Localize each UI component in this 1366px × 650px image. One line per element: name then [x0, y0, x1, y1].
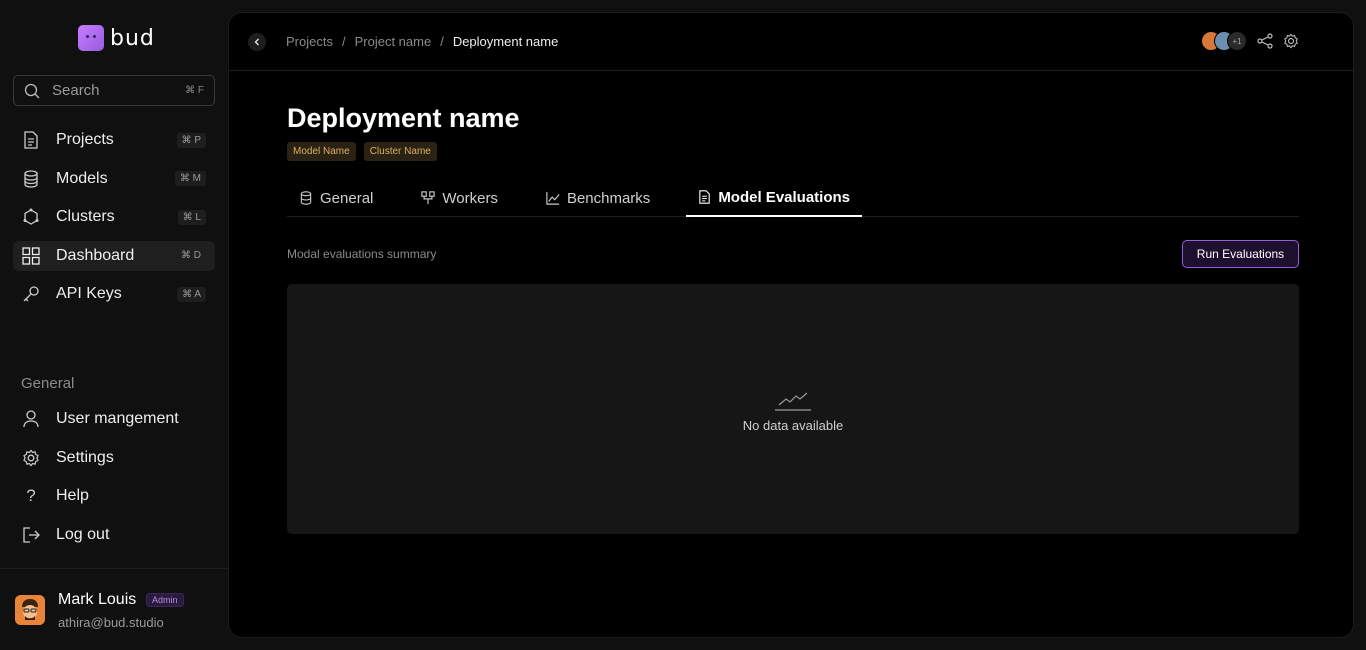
empty-state: No data available [287, 388, 1299, 433]
sidebar-item-label: Help [56, 487, 89, 504]
chart-icon [546, 191, 560, 205]
tab-general[interactable]: General [287, 179, 385, 217]
share-icon[interactable] [1257, 33, 1273, 49]
shortcut-badge: ⌘ M [174, 171, 206, 186]
database-icon [22, 169, 40, 188]
shortcut-badge: ⌘ A [177, 286, 206, 302]
evaluations-panel: No data available [287, 284, 1299, 534]
sidebar: bud ⌘ F Projects ⌘ P Models ⌘ M Clusters… [0, 0, 228, 650]
gear-icon [22, 449, 40, 467]
tab-label: General [320, 189, 374, 207]
cluster-icon [22, 208, 40, 226]
key-icon [22, 285, 40, 303]
user-name: Mark Louis [58, 591, 137, 608]
shortcut-badge: ⌘ P [176, 132, 206, 148]
avatar [15, 595, 45, 625]
sidebar-item-label: Clusters [56, 208, 115, 225]
sidebar-item-label: User mangement [56, 410, 179, 427]
sidebar-item-label: Log out [56, 525, 110, 543]
sidebar-item-user-management[interactable]: User mangement [13, 404, 215, 434]
search-input[interactable] [52, 82, 172, 99]
tab-bar: General Workers Benchmarks Model Evaluat… [287, 179, 1299, 217]
summary-label: Modal evaluations summary [287, 247, 437, 261]
sidebar-item-api-keys[interactable]: API Keys ⌘ A [13, 279, 215, 309]
role-badge: Admin [146, 593, 184, 607]
collaborator-avatars[interactable]: +1 [1201, 31, 1247, 51]
user-profile[interactable]: Mark Louis Admin athira@bud.studio [0, 568, 228, 650]
sidebar-item-projects[interactable]: Projects ⌘ P [13, 125, 215, 155]
sidebar-item-label: Models [56, 169, 108, 187]
tag-list: Model Name Cluster Name [287, 142, 437, 161]
sidebar-item-help[interactable]: ? Help [13, 481, 215, 511]
tab-label: Benchmarks [566, 189, 651, 207]
user-email: athira@bud.studio [58, 615, 164, 630]
sidebar-item-label: Settings [56, 448, 114, 466]
dashboard-icon [22, 246, 40, 265]
chevron-left-icon [254, 38, 259, 46]
sidebar-item-label: Dashboard [56, 246, 135, 264]
help-icon: ? [26, 486, 36, 505]
tab-label: Workers [442, 189, 498, 207]
main-nav: Projects ⌘ P Models ⌘ M Clusters ⌘ L Das… [13, 125, 215, 318]
database-icon [300, 191, 312, 205]
user-icon [22, 410, 40, 428]
run-evaluations-button[interactable]: Run Evaluations [1182, 240, 1299, 268]
breadcrumb-projects[interactable]: Projects [286, 34, 333, 49]
sidebar-item-label: API Keys [56, 285, 122, 302]
search-box[interactable]: ⌘ F [13, 75, 215, 106]
top-bar: Projects / Project name / Deployment nam… [229, 13, 1353, 71]
sidebar-item-clusters[interactable]: Clusters ⌘ L [13, 202, 215, 232]
sidebar-item-settings[interactable]: Settings [13, 443, 215, 473]
logout-icon [22, 526, 40, 544]
shortcut-badge: ⌘ L [177, 209, 206, 225]
more-collaborators-badge: +1 [1227, 31, 1247, 51]
logo-icon [78, 25, 104, 51]
sidebar-item-dashboard[interactable]: Dashboard ⌘ D [13, 240, 215, 271]
shortcut-badge: ⌘ D [181, 250, 201, 261]
document-icon [699, 190, 711, 204]
main-panel: Projects / Project name / Deployment nam… [228, 12, 1354, 638]
search-icon [24, 83, 40, 98]
brand-name: bud [110, 25, 155, 51]
header-actions: +1 [1201, 31, 1299, 51]
logo[interactable]: bud [78, 25, 155, 51]
breadcrumb: Projects / Project name / Deployment nam… [286, 34, 558, 49]
general-nav: User mangement Settings ? Help Log out [13, 404, 215, 558]
cluster-name-tag: Cluster Name [363, 142, 437, 161]
breadcrumb-current: Deployment name [452, 34, 559, 49]
sidebar-item-logout[interactable]: Log out [13, 520, 215, 550]
sidebar-item-models[interactable]: Models ⌘ M [13, 164, 215, 194]
no-data-chart-icon [775, 392, 811, 411]
document-icon [22, 131, 40, 149]
workers-icon [421, 191, 436, 205]
section-label-general: General [21, 375, 75, 392]
tab-benchmarks[interactable]: Benchmarks [534, 179, 662, 217]
breadcrumb-separator: / [341, 34, 346, 49]
model-name-tag: Model Name [287, 142, 356, 161]
breadcrumb-project-name[interactable]: Project name [355, 34, 432, 49]
back-button[interactable] [248, 33, 266, 51]
page-title: Deployment name [287, 103, 520, 133]
tab-label: Model Evaluations [718, 188, 851, 206]
tab-workers[interactable]: Workers [409, 179, 510, 217]
breadcrumb-separator: / [440, 34, 444, 49]
gear-icon[interactable] [1283, 33, 1299, 49]
sidebar-item-label: Projects [56, 131, 114, 148]
search-shortcut: ⌘ F [185, 85, 204, 96]
empty-state-text: No data available [742, 418, 844, 433]
tab-model-evaluations[interactable]: Model Evaluations [686, 179, 863, 217]
